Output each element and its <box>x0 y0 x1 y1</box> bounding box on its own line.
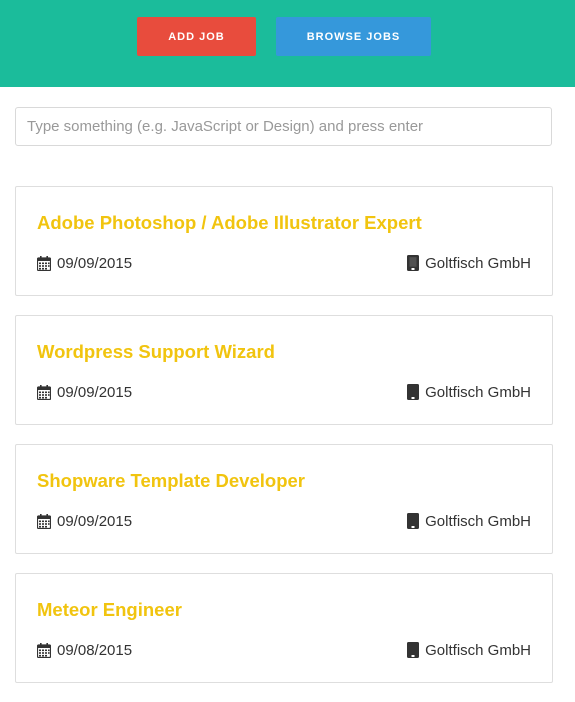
job-date-text: 09/08/2015 <box>57 641 133 659</box>
job-title-link[interactable]: Adobe Photoshop / Adobe Illustrator Expe… <box>37 212 422 234</box>
job-meta: 09/09/2015 Goltfisch GmbH <box>37 253 531 273</box>
calendar-icon <box>37 255 51 271</box>
job-date: 09/09/2015 <box>37 384 132 401</box>
job-date-text: 09/09/2015 <box>57 512 133 530</box>
job-list: Adobe Photoshop / Adobe Illustrator Expe… <box>15 186 553 702</box>
job-date-text: 09/09/2015 <box>57 383 133 401</box>
job-date: 09/09/2015 <box>37 255 132 272</box>
job-card[interactable]: Meteor Engineer 09/08/2015 Goltfisch Gmb… <box>15 573 553 683</box>
job-card[interactable]: Shopware Template Developer 09/09/2015 G… <box>15 444 553 554</box>
building-icon <box>407 642 420 658</box>
job-company: Goltfisch GmbH <box>407 384 531 401</box>
job-card[interactable]: Adobe Photoshop / Adobe Illustrator Expe… <box>15 186 553 296</box>
job-card[interactable]: Wordpress Support Wizard 09/09/2015 Golt… <box>15 315 553 425</box>
job-date: 09/08/2015 <box>37 642 132 659</box>
job-title-link[interactable]: Wordpress Support Wizard <box>37 341 275 363</box>
job-meta: 09/08/2015 Goltfisch GmbH <box>37 640 531 660</box>
top-bar: ADD JOB BROWSE JOBS <box>0 0 575 87</box>
building-icon <box>407 255 420 271</box>
calendar-icon <box>37 642 51 658</box>
calendar-icon <box>37 384 51 400</box>
job-company: Goltfisch GmbH <box>407 642 531 659</box>
job-company: Goltfisch GmbH <box>407 513 531 530</box>
job-company-text: Goltfisch GmbH <box>425 641 531 659</box>
job-company: Goltfisch GmbH <box>407 255 531 272</box>
building-icon <box>407 384 420 400</box>
building-icon <box>407 513 420 529</box>
job-company-text: Goltfisch GmbH <box>425 383 531 401</box>
browse-jobs-button[interactable]: BROWSE JOBS <box>276 17 431 56</box>
search-input[interactable] <box>15 107 552 146</box>
calendar-icon <box>37 513 51 529</box>
job-company-text: Goltfisch GmbH <box>425 512 531 530</box>
job-company-text: Goltfisch GmbH <box>425 254 531 272</box>
job-title-link[interactable]: Meteor Engineer <box>37 599 182 621</box>
job-meta: 09/09/2015 Goltfisch GmbH <box>37 511 531 531</box>
job-meta: 09/09/2015 Goltfisch GmbH <box>37 382 531 402</box>
job-date: 09/09/2015 <box>37 513 132 530</box>
add-job-button[interactable]: ADD JOB <box>137 17 256 56</box>
job-title-link[interactable]: Shopware Template Developer <box>37 470 305 492</box>
job-date-text: 09/09/2015 <box>57 254 133 272</box>
